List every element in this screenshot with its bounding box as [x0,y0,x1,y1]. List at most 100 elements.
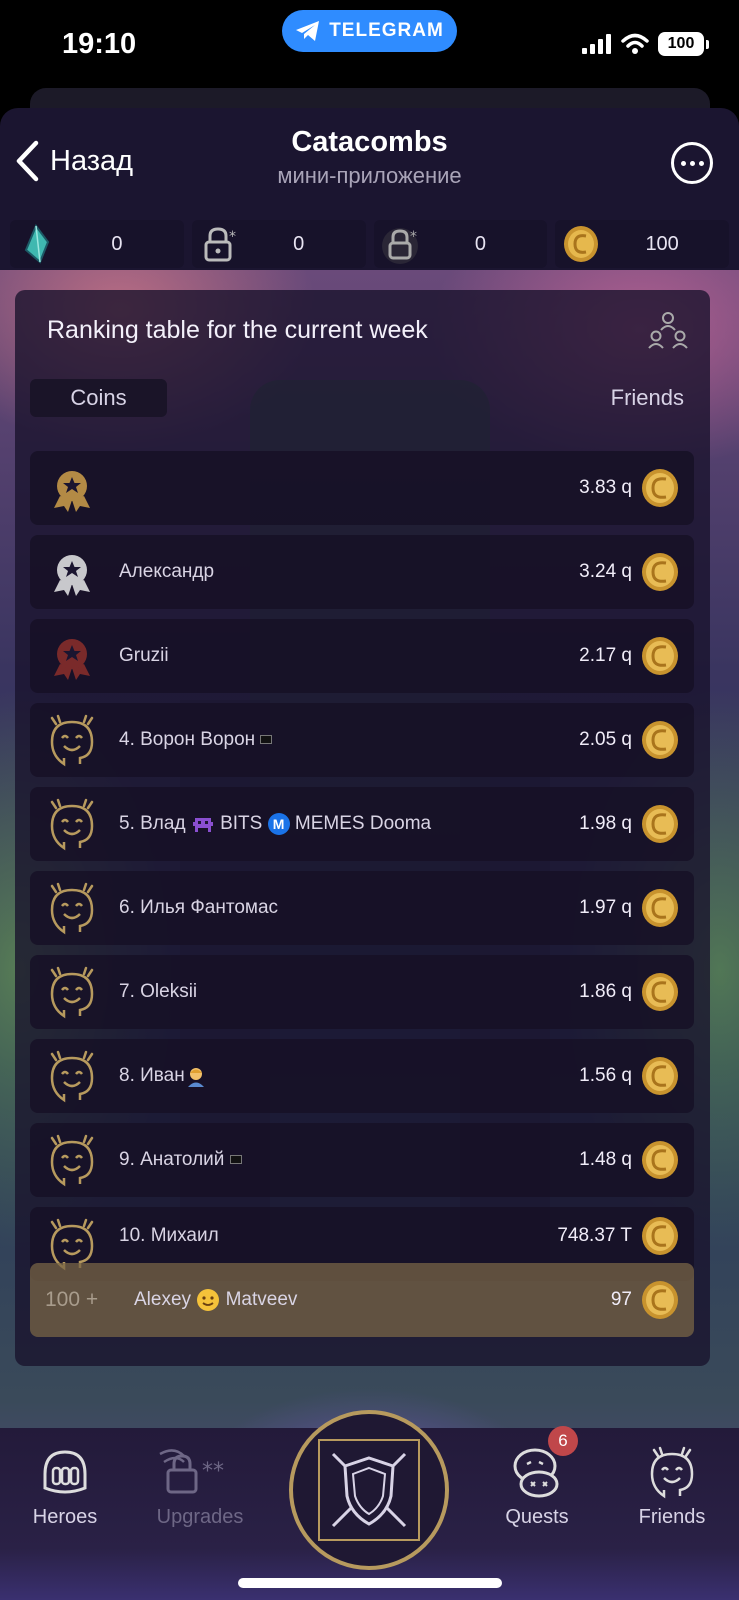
coin-icon [642,889,678,927]
coin-icon [642,1141,678,1179]
lock-icon: * [381,228,418,264]
player-name: 7. Oleksii [119,981,198,1002]
creature-avatar-icon [50,966,94,1019]
svg-text:*: * [229,229,236,245]
player-score: 1.97 q [579,897,632,918]
home-indicator[interactable] [238,1578,502,1588]
tab-coins[interactable]: Coins [30,379,167,417]
ranking-row[interactable]: 4. Ворон Ворон 2.05 q [30,703,694,777]
bronze-medal-icon [54,639,90,680]
nav-heroes[interactable]: Heroes [10,1444,120,1529]
resource-value: 0 [474,232,486,255]
player-name: 4. Ворон Ворон [119,703,273,777]
coin-icon [642,721,678,759]
helmet-icon [43,1450,87,1494]
coin-icon [642,1057,678,1095]
nav-label: Friends [638,1506,706,1528]
player-score: 1.56 q [579,1065,632,1086]
ranking-row[interactable]: 5. Влад BITS M MEMES Dooma 1.98 q [30,787,694,861]
smile-emoji-icon [197,1288,220,1311]
resource-locked-1[interactable]: * 0 [191,220,366,268]
ranking-panel: Ranking table for the current week Coins… [15,290,710,1366]
coin-icon [642,1281,678,1319]
resource-coins[interactable]: 100 [555,220,729,268]
battery-indicator: 100 [658,32,704,56]
my-name: Alexey Matveev [134,1288,298,1311]
resource-crystal[interactable]: 0 [10,220,184,268]
crystal-icon [24,224,50,264]
ranking-row[interactable]: 6. Илья Фантомас 1.97 q [30,871,694,945]
tab-friends[interactable]: Friends [611,379,684,417]
app-subtitle: мини-приложение [277,163,462,188]
friend-creature-icon [650,1446,694,1499]
svg-text:**: ** [202,1459,224,1484]
my-ranking-row[interactable]: 100 + Alexey Matveev 97 [30,1263,694,1337]
status-bar: 19:10 TELEGRAM 100 [0,0,739,92]
player-score: 3.83 q [579,477,632,498]
more-options-button[interactable] [671,142,713,184]
silver-medal-icon [54,555,90,596]
creature-avatar-icon [50,714,94,767]
telegram-label: TELEGRAM [329,20,444,41]
ranking-row[interactable]: 9. Анатолий 1.48 q [30,1123,694,1197]
coin-icon [642,553,678,591]
clock: 19:10 [62,28,137,60]
creature-avatar-icon [50,798,94,851]
player-name: 5. Влад BITS M MEMES Dooma [119,812,432,835]
signal-icon [582,34,611,54]
flag-emoji-icon [229,1155,242,1165]
coin-icon [642,469,678,507]
player-score: 1.86 q [579,981,632,1002]
m-badge-icon: M [267,812,290,835]
creature-avatar-icon [50,1050,94,1103]
player-score: 1.48 q [579,1149,632,1170]
nav-label: Quests [505,1506,569,1528]
player-name: 8. Иван [119,1039,207,1113]
player-name: 6. Илья Фантомас [119,897,279,918]
telegram-icon [296,21,320,41]
ranking-row[interactable]: 3.83 q [30,451,694,525]
battery-nub [706,39,709,49]
creature-avatar-icon [50,1134,94,1187]
man-emoji-icon [187,1067,204,1087]
resource-bar: 0 * 0 * 0 100 [10,220,729,268]
lock-icon: * [204,227,236,262]
creature-avatar-icon [50,882,94,935]
telegram-pill[interactable]: TELEGRAM [282,10,457,52]
ranking-row[interactable]: Gruzii 2.17 q [30,619,694,693]
coin-icon [642,637,678,675]
coin-icon [642,1217,678,1255]
my-rank: 100 + [45,1288,99,1311]
gold-medal-icon [54,471,90,512]
shield-swords-icon [318,1439,420,1541]
ranking-row[interactable]: 8. Иван 1.56 q [30,1039,694,1113]
nav-label: Upgrades [156,1506,244,1528]
nav-friends[interactable]: Friends [617,1444,727,1529]
flag-emoji-icon [260,735,273,745]
coin-icon [564,226,599,262]
resource-locked-2[interactable]: * 0 [373,220,548,268]
battle-button[interactable] [289,1410,449,1570]
ranking-title: Ranking table for the current week [47,316,428,344]
status-icons: 100 [582,32,709,56]
nav-upgrades[interactable]: ** Upgrades [145,1444,255,1529]
nav-label: Heroes [32,1506,98,1528]
quests-notification-badge: 6 [548,1426,578,1456]
nav-quests[interactable]: Quests [482,1444,592,1529]
coin-icon [642,973,678,1011]
coin-icon [642,805,678,843]
locked-upgrade-icon: ** [159,1449,224,1494]
friends-group-icon[interactable] [646,308,690,352]
player-score: 1.98 q [579,813,632,834]
ranking-row[interactable]: Александр 3.24 q [30,535,694,609]
player-score: 3.24 q [579,561,632,582]
ranking-row[interactable]: 7. Oleksii 1.86 q [30,955,694,1029]
player-score: 2.17 q [579,645,632,666]
app-title: Catacombs [291,126,448,158]
alien-monster-icon [192,817,213,832]
resource-value: 100 [645,232,679,255]
player-name: Александр [119,561,215,582]
title-block: Catacombs мини-приложение [0,126,739,189]
my-score: 97 [610,1289,632,1310]
wifi-icon [621,33,649,54]
